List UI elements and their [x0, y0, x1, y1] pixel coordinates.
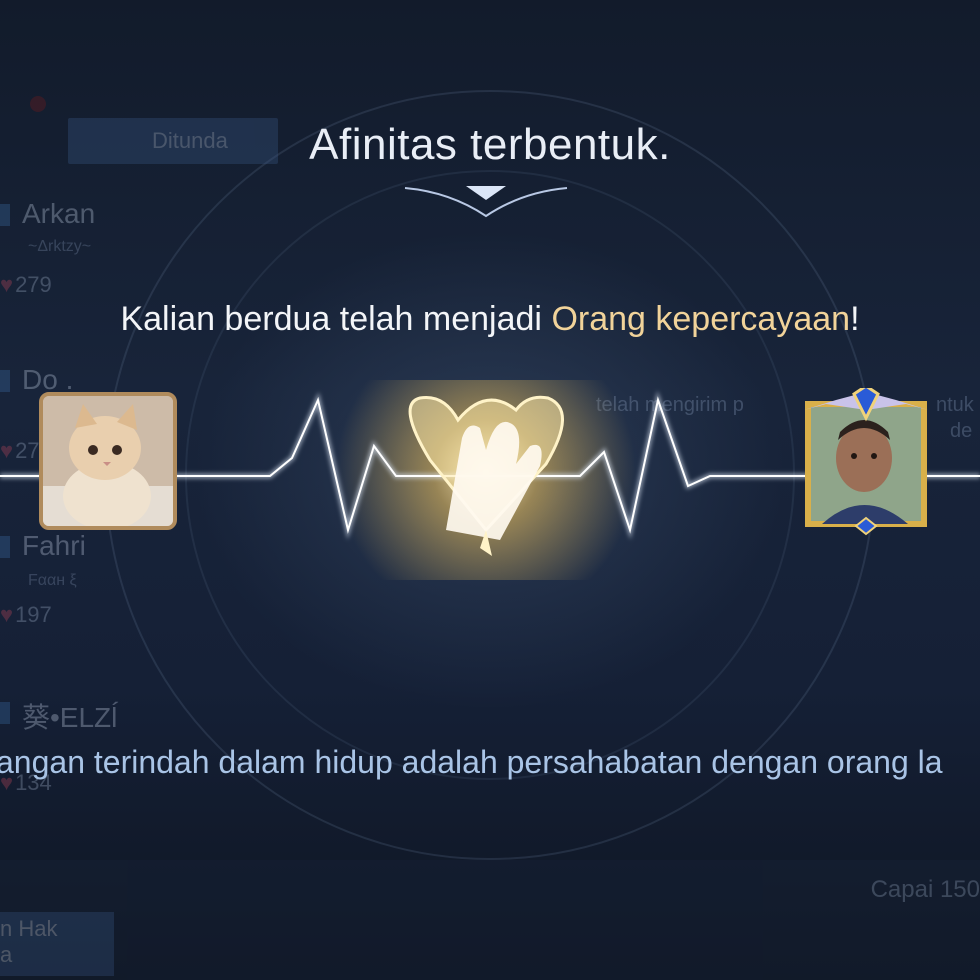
title-divider [0, 185, 980, 218]
headline-punct: ! [850, 300, 860, 338]
popup-title: Afinitas terbentuk. [309, 120, 671, 169]
heart-icon: ♥ [0, 602, 14, 627]
friend-affinity-count: ♥197 [0, 602, 52, 627]
affinity-headline: Kalian berdua telah menjadi Orang keperc… [0, 300, 980, 339]
friend-name: 葵•ELZĺ [22, 702, 118, 733]
relationship-type: Orang kepercayaan [551, 300, 851, 338]
friend-affinity-count: ♥279 [0, 272, 52, 297]
friendship-quote: angan terindah dalam hidup adalah persah… [0, 744, 943, 780]
bottom-left-button[interactable]: n Hak a [0, 912, 114, 976]
friend-nickname: ~Δrktzy~ [28, 238, 92, 255]
player-avatar-with-rank-frame [804, 384, 928, 536]
bottom-bar [0, 860, 980, 980]
headline-text: Kalian berdua telah menjadi [120, 300, 552, 338]
reach-label: Capai 150 [870, 876, 980, 903]
heart-icon: ♥ [0, 272, 14, 297]
bottom-left-button-label: n Hak a [0, 916, 58, 967]
affinity-popup-screen: Ditunda Arkan ~Δrktzy~ ♥279 Do . ♥27 Fah… [0, 0, 980, 980]
notification-dot [30, 96, 46, 112]
gender-icon [0, 702, 10, 724]
player-avatar[interactable] [796, 384, 936, 536]
cat-avatar[interactable] [39, 392, 177, 530]
cat-photo [43, 396, 173, 526]
